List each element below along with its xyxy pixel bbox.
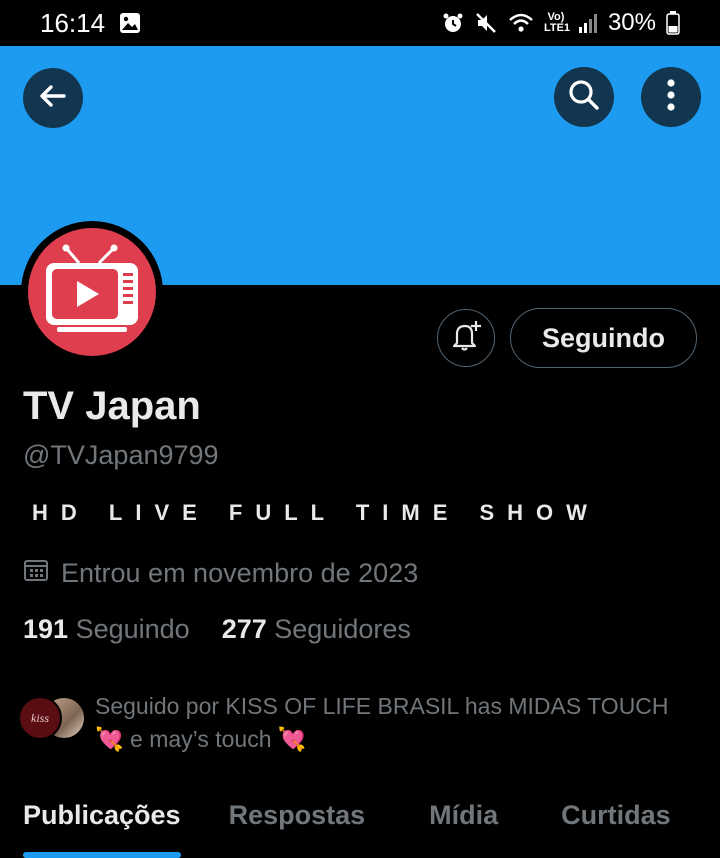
back-button[interactable] [23,68,83,128]
avatar-image [28,228,156,356]
tab-publicacoes[interactable]: Publicações [23,790,181,858]
gallery-icon [119,12,141,34]
tab-curtidas[interactable]: Curtidas [561,790,671,858]
followed-by-prefix: Seguido por KISS OF LIFE BRASIL has MIDA… [95,693,669,719]
tab-midia[interactable]: Mídia [429,790,498,858]
following-label: Seguindo [75,614,190,644]
battery-percent: 30% [607,9,656,36]
follow-counts: 191 Seguindo 277 Seguidores [23,614,411,645]
alarm-icon [442,12,464,34]
follower-avatar-text: kiss [31,710,49,725]
arrow-left-icon [36,79,70,118]
followers-count: 277 [221,614,267,644]
mute-icon [474,11,498,35]
status-right: Vo) LTE1 30% [442,9,680,37]
profile-tabs: Publicações Respostas Mídia Curtidas [0,790,720,858]
followers-link[interactable]: 277 Seguidores [222,614,411,645]
signal-icon [578,12,598,34]
follower-avatar-kiss-of-life: kiss [18,696,62,740]
tab-label: Curtidas [561,800,671,830]
calendar-icon [23,557,49,590]
network-label: Vo) LTE1 [543,11,571,34]
active-tab-indicator [23,852,181,858]
following-count: 191 [23,614,69,644]
followed-by-text: Seguido por KISS OF LIFE BRASIL has MIDA… [95,690,669,756]
joined-date: Entrou em novembro de 2023 [23,557,418,590]
following-button[interactable]: Seguindo [510,308,697,368]
followed-by-avatars: kiss [18,690,90,740]
status-time: 16:14 [40,7,106,38]
battery-icon [666,11,680,35]
tab-label: Mídia [429,800,499,830]
search-icon [566,77,602,118]
tv-play-icon [37,235,147,350]
search-button[interactable] [554,67,614,127]
status-left: 16:14 [40,8,141,39]
profile-avatar[interactable] [21,221,163,363]
profile-bio: HD LIVE FULL TIME SHOW [32,500,600,525]
display-name: TV Japan [23,384,201,428]
bell-plus-icon [449,319,483,358]
wifi-icon [508,12,534,34]
followed-by-section[interactable]: kiss Seguido por KISS OF LIFE BRASIL has… [18,690,708,756]
status-bar: 16:14 Vo) LTE1 30% [0,0,720,46]
heart-arrow-emoji: 💘 [95,726,124,752]
more-options-button[interactable] [641,67,701,127]
notifications-button[interactable] [437,309,495,367]
following-link[interactable]: 191 Seguindo [23,614,190,645]
more-vertical-icon [666,78,676,117]
user-handle: @TVJapan9799 [23,440,219,470]
tab-respostas[interactable]: Respostas [229,790,366,858]
joined-text: Entrou em novembro de 2023 [61,558,419,588]
tab-label: Respostas [228,800,366,830]
followed-by-middle: e may’s touch [123,726,278,752]
heart-arrow-emoji: 💘 [277,726,307,752]
tab-label: Publicações [23,800,181,830]
followers-label: Seguidores [274,614,411,644]
